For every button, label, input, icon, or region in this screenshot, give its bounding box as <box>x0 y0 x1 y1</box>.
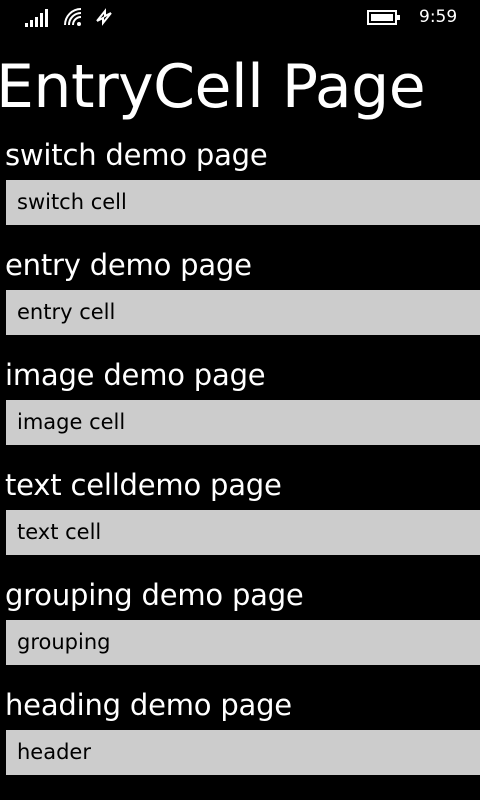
page-title: EntryCell Page <box>0 52 426 122</box>
section-heading: heading demo page <box>5 688 292 722</box>
grouping-cell-button[interactable]: grouping <box>6 620 480 665</box>
switch-cell-button[interactable]: switch cell <box>6 180 480 225</box>
signal-strength-icon <box>25 9 48 27</box>
section-heading: image demo page <box>5 358 266 392</box>
header-cell-button[interactable]: header <box>6 730 480 775</box>
section-heading: grouping demo page <box>5 578 304 612</box>
wifi-icon <box>64 8 82 26</box>
text-cell-button[interactable]: text cell <box>6 510 480 555</box>
clock-time: 9:59 <box>419 7 458 27</box>
status-bar: 9:59 <box>0 0 480 36</box>
section-heading: entry demo page <box>5 248 252 282</box>
section-heading: switch demo page <box>5 138 268 172</box>
image-cell-button[interactable]: image cell <box>6 400 480 445</box>
battery-icon <box>367 10 400 25</box>
data-sync-icon <box>96 8 112 26</box>
section-heading: text celldemo page <box>5 468 282 502</box>
entry-cell-button[interactable]: entry cell <box>6 290 480 335</box>
